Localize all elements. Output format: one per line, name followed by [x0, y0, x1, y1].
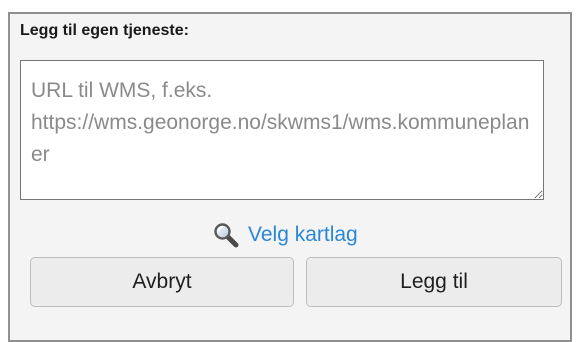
select-layer-link[interactable]: Velg kartlag [212, 221, 358, 249]
add-button[interactable]: Legg til [306, 257, 562, 307]
cancel-button[interactable]: Avbryt [30, 257, 294, 307]
select-layer-label: Velg kartlag [248, 223, 358, 246]
wms-url-input[interactable] [20, 60, 544, 200]
panel-heading: Legg til egen tjeneste: [20, 22, 189, 39]
magnifier-icon [212, 221, 240, 249]
